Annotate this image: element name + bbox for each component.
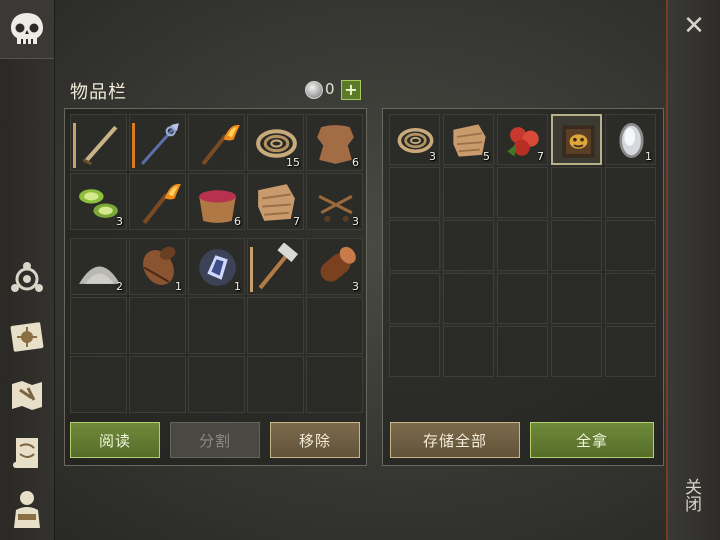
empty-slot[interactable]	[247, 356, 304, 413]
item-count: 6	[234, 215, 241, 228]
coin-icon	[305, 81, 323, 99]
inventory-slot[interactable]: 3	[389, 114, 440, 165]
sidebar	[0, 0, 55, 540]
empty-slot[interactable]	[306, 297, 363, 354]
item-count: 2	[116, 280, 123, 293]
equipped-grid: 15 6 3 6 7 3	[70, 114, 363, 230]
empty-slot[interactable]	[443, 273, 494, 324]
quest-scroll-icon[interactable]	[6, 432, 48, 474]
store-all-button[interactable]: 存储全部	[390, 422, 520, 458]
take-all-button[interactable]: 全拿	[530, 422, 654, 458]
empty-slot[interactable]	[389, 273, 440, 324]
split-button[interactable]: 分割	[170, 422, 260, 458]
durability-bar	[73, 123, 76, 168]
item-count: 6	[352, 156, 359, 169]
inventory-slot[interactable]	[70, 114, 127, 171]
empty-slot[interactable]	[551, 273, 602, 324]
empty-slot[interactable]	[306, 356, 363, 413]
item-count: 7	[293, 215, 300, 228]
durability-bar	[132, 123, 135, 168]
sword-icon	[82, 125, 118, 166]
inventory-slot[interactable]: 3	[306, 238, 363, 295]
inventory-slot[interactable]: 3	[306, 173, 363, 230]
inventory-slot[interactable]: 1	[129, 238, 186, 295]
empty-slot[interactable]	[605, 167, 656, 218]
inventory-slot[interactable]: 1	[605, 114, 656, 165]
journal-icon[interactable]	[6, 316, 48, 358]
item-count: 1	[175, 280, 182, 293]
inventory-slot[interactable]: 3	[70, 173, 127, 230]
torch-icon	[142, 183, 181, 225]
inventory-title: 物品栏	[70, 82, 127, 103]
inventory-slot[interactable]: 6	[188, 173, 245, 230]
empty-slot[interactable]	[497, 273, 548, 324]
inventory-slot[interactable]: 7	[497, 114, 548, 165]
inventory-slot[interactable]	[129, 114, 186, 171]
item-count: 5	[483, 150, 490, 163]
empty-slot[interactable]	[497, 326, 548, 377]
inventory-slot[interactable]: 1	[188, 238, 245, 295]
empty-slot[interactable]	[605, 273, 656, 324]
hammer-icon	[258, 243, 299, 290]
item-count: 15	[286, 156, 300, 169]
empty-slot[interactable]	[188, 297, 245, 354]
empty-slot[interactable]	[497, 220, 548, 271]
map-icon[interactable]	[6, 374, 48, 416]
item-count: 3	[352, 215, 359, 228]
empty-slot[interactable]	[443, 167, 494, 218]
inventory-slot[interactable]	[188, 114, 245, 171]
spear-icon	[141, 123, 179, 165]
empty-slot[interactable]	[551, 220, 602, 271]
empty-slot[interactable]	[70, 356, 127, 413]
add-currency-button[interactable]: +	[341, 80, 361, 100]
inventory-slot[interactable]	[551, 114, 602, 165]
empty-slot[interactable]	[389, 326, 440, 377]
remove-button[interactable]: 移除	[270, 422, 360, 458]
empty-slot[interactable]	[443, 326, 494, 377]
currency-count: 0	[325, 80, 335, 98]
empty-slot[interactable]	[605, 220, 656, 271]
inventory-slot[interactable]	[129, 173, 186, 230]
empty-slot[interactable]	[129, 297, 186, 354]
empty-slot[interactable]	[70, 297, 127, 354]
empty-slot[interactable]	[497, 167, 548, 218]
inventory-slot[interactable]: 15	[247, 114, 304, 171]
empty-slot[interactable]	[551, 326, 602, 377]
bag-grid: 2 1 1 3	[70, 238, 363, 413]
close-strip	[666, 0, 720, 540]
item-count: 1	[234, 280, 241, 293]
empty-slot[interactable]	[129, 356, 186, 413]
empty-slot[interactable]	[605, 326, 656, 377]
durability-bar	[250, 247, 253, 292]
skull-tab[interactable]	[0, 0, 54, 59]
crafting-icon[interactable]	[6, 258, 48, 300]
book-icon	[562, 125, 595, 158]
read-button[interactable]: 阅读	[70, 422, 160, 458]
empty-slot[interactable]	[551, 167, 602, 218]
item-count: 3	[429, 150, 436, 163]
close-button[interactable]: 关闭	[681, 478, 704, 512]
skull-icon	[11, 13, 43, 44]
inventory-slot[interactable]	[247, 238, 304, 295]
item-count: 3	[116, 215, 123, 228]
empty-slot[interactable]	[389, 167, 440, 218]
inventory-slot[interactable]: 6	[306, 114, 363, 171]
item-count: 3	[352, 280, 359, 293]
torch-icon	[201, 124, 240, 166]
storage-grid: 3 5 7 1	[389, 114, 657, 377]
inventory-slot[interactable]: 7	[247, 173, 304, 230]
inventory-slot[interactable]: 5	[443, 114, 494, 165]
item-count: 7	[537, 150, 544, 163]
empty-slot[interactable]	[389, 220, 440, 271]
empty-slot[interactable]	[443, 220, 494, 271]
inventory-slot[interactable]: 2	[70, 238, 127, 295]
empty-slot[interactable]	[247, 297, 304, 354]
character-icon[interactable]	[6, 488, 48, 530]
close-icon[interactable]: ✕	[680, 12, 708, 40]
empty-slot[interactable]	[188, 356, 245, 413]
item-count: 1	[645, 150, 652, 163]
